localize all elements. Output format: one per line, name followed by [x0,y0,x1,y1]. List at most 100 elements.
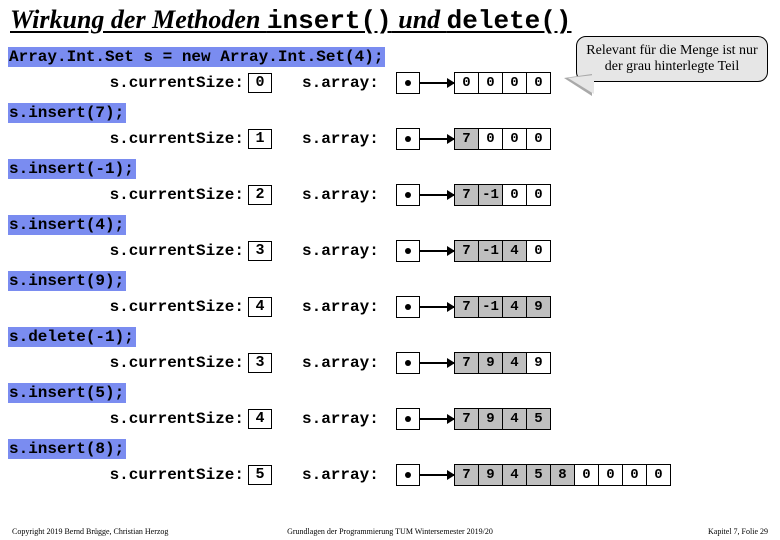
command-text: s.insert(9); [8,272,126,290]
array-label: s.array: [302,354,392,372]
array-cell: 0 [454,72,479,94]
array-cell: -1 [479,296,503,318]
array-cells: 7-149 [454,296,551,318]
array-label: s.array: [302,130,392,148]
array-cell: 8 [551,464,575,486]
array-cell: 7 [454,464,479,486]
array-cell: 5 [527,464,551,486]
array-cell: 4 [503,408,527,430]
array-cells: 7-100 [454,184,551,206]
state-row: s.currentSize:3s.array:7-140 [8,238,772,264]
current-size-label: s.currentSize: [8,186,248,204]
pointer-box [396,296,420,318]
array-cells: 7949 [454,352,551,374]
array-cells: 0000 [454,72,551,94]
current-size-label: s.currentSize: [8,130,248,148]
callout-text: Relevant für die Menge ist nur der grau … [586,43,757,74]
pointer-dot [405,416,411,422]
array-cell: 0 [479,72,503,94]
array-cell: -1 [479,184,503,206]
state-row: s.currentSize:4 s.array: 7-149 [8,294,772,320]
footer-mid: Grundlagen der Programmierung TUM Winter… [287,527,493,536]
state-row: s.currentSize:1s.array:7000 [8,126,772,152]
array-label: s.array: [302,74,392,92]
step: s.delete(-1);s.currentSize:3s.array:7949 [8,324,772,376]
step: s.insert(5);s.currentSize:4s.array:7945 [8,380,772,432]
array-cell: 5 [527,408,551,430]
pointer-box [396,408,420,430]
array-label: s.array: [302,186,392,204]
current-size-label: s.currentSize: [8,466,248,484]
content-area: Array.Int.Set s = new Array.Int.Set(4); … [0,38,780,488]
command-text: s.insert(7); [8,104,126,122]
footer-left: Copyright 2019 Bernd Brügge, Christian H… [12,527,168,536]
callout-box: Relevant für die Menge ist nur der grau … [576,36,768,82]
array-cells: 7000 [454,128,551,150]
array-cell: 0 [647,464,671,486]
pointer-arrow [420,306,454,308]
command-text: s.insert(8); [8,440,126,458]
current-size-label: s.currentSize: [8,298,248,316]
state-row: s.currentSize:3s.array:7949 [8,350,772,376]
current-size-value: 5 [248,465,272,485]
current-size-value: 2 [248,185,272,205]
command-row: s.insert(-1); [8,156,772,182]
step: s.insert(-1);s.currentSize:2s.array:7-10… [8,156,772,208]
array-label: s.array: [302,466,392,484]
array-cells: 7-140 [454,240,551,262]
array-cell: 4 [503,352,527,374]
command-row: s.insert(5); [8,380,772,406]
pointer-arrow [420,362,454,364]
current-size-label: s.currentSize: [8,74,248,92]
array-cell: 4 [503,240,527,262]
array-cell: 0 [599,464,623,486]
footer-right: Kapitel 7, Folie 29 [708,527,768,536]
array-cell: 0 [527,128,551,150]
current-size-value: 3 [248,241,272,261]
array-cell: 9 [527,352,551,374]
array-cell: 7 [454,128,479,150]
pointer-dot [405,136,411,142]
array-label: s.array: [302,410,392,428]
array-cell: 0 [527,184,551,206]
state-row: s.currentSize:4s.array:7945 [8,406,772,432]
step: s.insert(7);s.currentSize:1s.array:7000 [8,100,772,152]
array-label: s.array: [302,298,392,316]
array-cell: 9 [479,464,503,486]
array-cell: 0 [575,464,599,486]
array-cell: 0 [527,240,551,262]
command-row: s.insert(9); [8,268,772,294]
array-cell: 9 [479,408,503,430]
array-cell: 7 [454,408,479,430]
state-row: s.currentSize:5s.array:794580000 [8,462,772,488]
state-row: s.currentSize:2s.array:7-100 [8,182,772,208]
array-cell: 4 [503,464,527,486]
title-code-insert: insert() [267,6,392,36]
command-text: s.insert(-1); [8,160,136,178]
step: s.insert(4);s.currentSize:3s.array:7-140 [8,212,772,264]
steps-container: s.currentSize:0s.array:0000s.insert(7);s… [8,70,772,488]
pointer-box [396,184,420,206]
command-row: s.insert(4); [8,212,772,238]
current-size-value: 4 [248,409,272,429]
array-cell: 0 [503,72,527,94]
array-cell: 0 [503,128,527,150]
array-cells: 7945 [454,408,551,430]
array-cell: 9 [527,296,551,318]
pointer-dot [405,192,411,198]
command-text: s.insert(4); [8,216,126,234]
pointer-box [396,464,420,486]
pointer-arrow [420,138,454,140]
current-size-value: 3 [248,353,272,373]
array-label: s.array: [302,242,392,260]
array-cell: 7 [454,352,479,374]
array-cells: 794580000 [454,464,671,486]
step: s.insert(9); s.currentSize:4 s.array: 7-149 [8,268,772,320]
pointer-arrow [420,418,454,420]
current-size-value: 4 [248,297,272,317]
pointer-box [396,240,420,262]
array-cell: 7 [454,296,479,318]
array-cell: -1 [479,240,503,262]
command-row: s.insert(7); [8,100,772,126]
callout-tail-fill [568,75,594,94]
